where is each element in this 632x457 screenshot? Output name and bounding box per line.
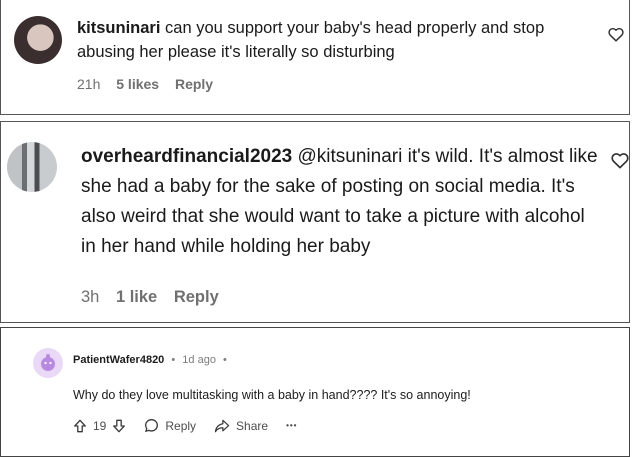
timestamp: 3h [81,288,100,306]
comment-icon [144,418,159,433]
vote-count: 19 [93,418,107,433]
share-icon [214,419,230,433]
timestamp: 21h [77,76,101,92]
share-label: Share [236,418,269,433]
comment-body: Why do they love multitasking with a bab… [73,388,471,402]
reddit-comment-card: PatientWafer4820 • 1d ago • Why do they … [0,327,630,457]
comment-text: overheardfinancial2023 @kitsuninari it's… [81,142,601,262]
upvote-icon[interactable] [73,419,87,433]
heart-outline-icon[interactable] [608,27,624,47]
share-button[interactable]: Share [214,419,268,433]
likes-count[interactable]: 5 likes [116,76,159,92]
more-icon[interactable]: ••• [286,421,297,430]
reply-button[interactable]: Reply [175,76,213,92]
comment-actions: 19 Reply Share ••• [73,418,315,433]
separator-dot: • [223,354,227,366]
reply-button[interactable]: Reply [174,288,219,306]
username[interactable]: PatientWafer4820 [73,354,164,366]
vote-group: 19 [73,419,126,433]
avatar[interactable] [33,348,63,378]
separator-dot: • [171,354,176,366]
reply-button[interactable]: Reply [144,418,196,433]
username[interactable]: kitsuninari [77,19,160,37]
downvote-icon[interactable] [112,419,126,433]
likes-count[interactable]: 1 like [116,288,157,306]
username[interactable]: overheardfinancial2023 [81,146,292,167]
snoo-avatar-icon [41,354,55,371]
comment-header: PatientWafer4820 • 1d ago • [73,354,227,366]
timestamp: 1d ago [182,354,216,366]
comment-meta: 21h 5 likes Reply [77,76,225,92]
more-label: ••• [286,421,298,430]
comment-meta: 3h 1 like Reply [81,288,231,307]
comment-text: kitsuninari can you support your baby's … [77,16,577,64]
reply-label: Reply [165,418,197,433]
comment-card: overheardfinancial2023 @kitsuninari it's… [0,121,630,323]
avatar[interactable] [14,16,62,64]
comment-card: kitsuninari can you support your baby's … [0,0,630,115]
avatar[interactable] [7,142,57,192]
heart-outline-icon[interactable] [611,152,629,174]
